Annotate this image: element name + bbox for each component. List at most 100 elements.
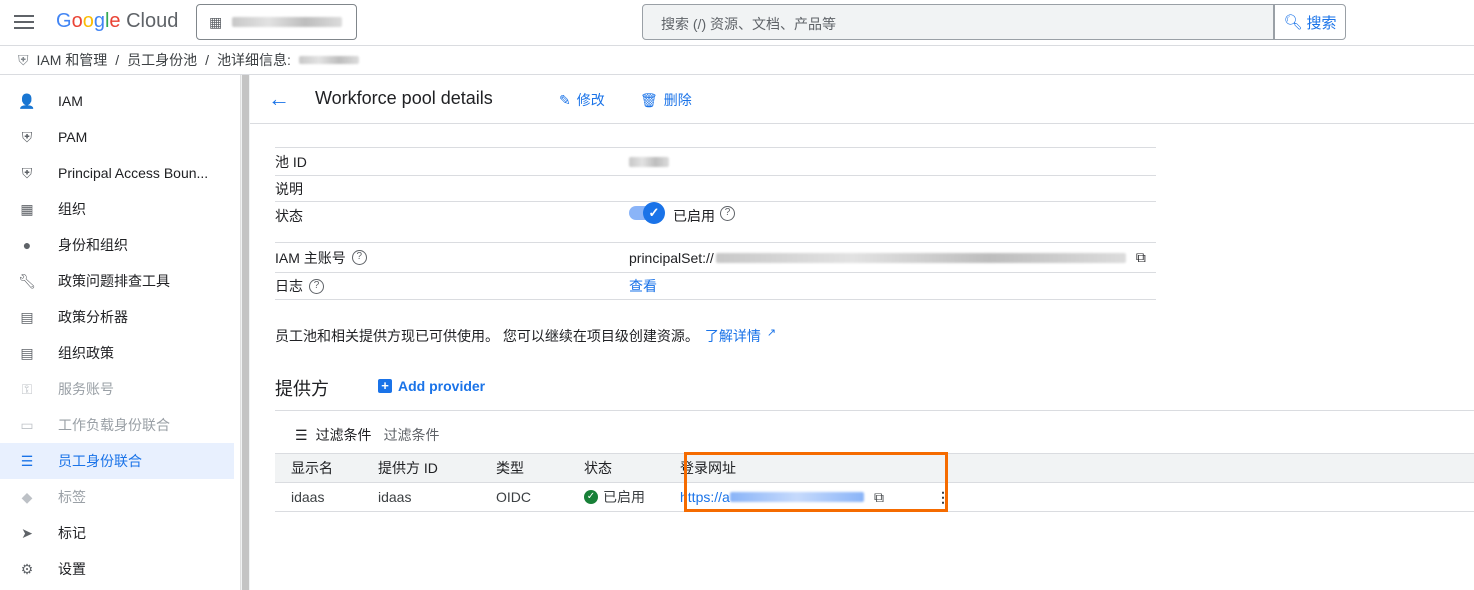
add-provider-label: Add provider — [398, 378, 486, 394]
shield-gear-icon: ⛨ — [21, 164, 33, 181]
sidebar-item-label: 标签 — [58, 489, 86, 505]
list-alt-icon: ▤ — [20, 344, 34, 361]
details-table: 池 ID 说明 状态 ✓ 已启用? IAM 主账号? principalSet:// ⧉… — [275, 147, 1156, 300]
sidebar-item-label: 设置 — [58, 561, 86, 577]
sidebar-item-4[interactable]: ● 身份和组织 — [0, 227, 240, 263]
help-icon[interactable]: ? — [351, 250, 367, 265]
shield-icon: ⛨ — [18, 51, 29, 68]
info-text: 员工池和相关提供方现已可供使用。 您可以继续在项目级创建资源。 — [275, 328, 699, 344]
page-title: Workforce pool details — [315, 88, 493, 108]
search-button[interactable]: 🔍︎ 搜索 — [1274, 4, 1346, 40]
sidebar-item-9[interactable]: ▭ 工作负载身份联合 — [0, 407, 240, 443]
sidebar-item-10[interactable]: ☰ 员工身份联合 — [0, 443, 234, 479]
principal-label: IAM 主账号 — [275, 249, 346, 266]
help-icon[interactable]: ? — [720, 206, 735, 221]
document-search-icon: ▤ — [20, 308, 34, 325]
sidebar-item-0[interactable]: 👤 IAM — [0, 83, 240, 119]
sidebar-item-label: PAM — [58, 129, 88, 145]
sidebar-item-label: 标记 — [58, 525, 86, 541]
tag-icon: ◆ — [21, 488, 33, 505]
breadcrumb: ⛨ IAM 和管理 / 员工身份池 / 池详细信息: — [18, 50, 359, 70]
sidebar-item-13[interactable]: ⚙ 设置 — [0, 551, 240, 587]
state-value: 已启用 — [673, 208, 715, 224]
principal-redacted — [715, 252, 1126, 263]
add-provider-button[interactable]: + Add provider — [378, 378, 485, 394]
sidebar-item-label: 组织 — [58, 201, 86, 217]
trash-icon: 🗑︎ — [640, 91, 658, 108]
project-picker[interactable]: ▦ — [196, 4, 357, 40]
pool-id-value — [629, 156, 669, 167]
filter-label: 过滤条件 — [315, 427, 372, 443]
project-name-redacted — [232, 17, 343, 27]
sidebar-scrollbar[interactable] — [240, 75, 250, 590]
state-toggle[interactable]: ✓ — [629, 202, 665, 224]
account-circle-icon: ● — [22, 237, 32, 253]
id-card-icon: ▭ — [20, 416, 34, 433]
login-url-highlight — [684, 452, 948, 512]
learn-more-link[interactable]: 了解详情 — [705, 326, 761, 346]
breadcrumb-iam[interactable]: IAM 和管理 — [37, 50, 108, 70]
sidebar-item-label: 员工身份联合 — [58, 453, 142, 469]
log-view-link[interactable]: 查看 — [629, 276, 657, 296]
label-icon: ➤ — [21, 524, 33, 541]
cell-status: 已启用 — [603, 489, 645, 505]
col-provider-id[interactable]: 提供方 ID — [378, 458, 496, 478]
info-message: 员工池和相关提供方现已可供使用。 您可以继续在项目级创建资源。 了解详情 ↗ — [275, 326, 776, 346]
breadcrumb-pools[interactable]: 员工身份池 — [127, 50, 197, 70]
cell-type: OIDC — [496, 489, 531, 505]
external-link-icon: ↗ — [766, 327, 777, 339]
sidebar-item-label: 政策问题排查工具 — [58, 273, 170, 289]
wrench-icon: 🔧︎ — [18, 272, 36, 289]
sidebar-item-5[interactable]: 🔧︎ 政策问题排查工具 — [0, 263, 240, 299]
menu-icon[interactable] — [14, 13, 34, 29]
delete-label: 删除 — [663, 92, 692, 108]
copy-icon[interactable]: ⧉ — [1136, 249, 1146, 266]
gear-icon: ⚙ — [20, 560, 34, 577]
search-icon: 🔍︎ — [1283, 14, 1303, 31]
description-label: 说明 — [275, 180, 303, 197]
key-icon: ⚿ — [21, 380, 33, 397]
filter-bar[interactable]: ☰ 过滤条件 过滤条件 — [295, 425, 440, 445]
edit-label: 修改 — [576, 92, 605, 108]
filter-input[interactable]: 过滤条件 — [384, 425, 440, 445]
sidebar-item-11[interactable]: ◆ 标签 — [0, 479, 240, 515]
sidebar-item-12[interactable]: ➤ 标记 — [0, 515, 240, 551]
back-arrow-icon[interactable]: ← — [268, 86, 290, 112]
sidebar-item-label: 政策分析器 — [58, 309, 128, 325]
delete-button[interactable]: 🗑︎ 删除 — [640, 90, 692, 110]
sidebar-item-3[interactable]: ▦ 组织 — [0, 191, 240, 227]
person-add-icon: 👤 — [18, 92, 36, 109]
search-input[interactable]: 搜索 (/) 资源、文档、产品等 — [642, 4, 1274, 40]
col-type[interactable]: 类型 — [496, 458, 584, 478]
log-label: 日志 — [275, 278, 303, 294]
sidebar-item-6[interactable]: ▤ 政策分析器 — [0, 299, 240, 335]
add-box-icon: + — [378, 379, 392, 393]
sidebar-item-2[interactable]: ⛨ Principal Access Boun... — [0, 155, 240, 191]
pencil-icon: ✎ — [559, 91, 571, 108]
help-icon[interactable]: ? — [309, 278, 324, 294]
col-display-name[interactable]: 显示名 — [275, 458, 378, 478]
edit-button[interactable]: ✎ 修改 — [559, 90, 605, 110]
filter-icon: ☰ — [295, 426, 308, 443]
sidebar-item-label: Principal Access Boun... — [58, 165, 209, 181]
sidebar-item-label: 组织政策 — [58, 345, 114, 361]
sidebar-item-8[interactable]: ⚿ 服务账号 — [0, 371, 240, 407]
col-status[interactable]: 状态 — [584, 458, 680, 478]
breadcrumb-current: 池详细信息: — [217, 52, 291, 68]
building-icon: ▦ — [209, 13, 223, 30]
cell-id: idaas — [378, 489, 412, 505]
list-icon: ☰ — [20, 452, 34, 469]
google-cloud-logo[interactable]: Google Cloud — [56, 10, 178, 33]
search-button-label: 搜索 — [1306, 14, 1337, 32]
pool-id-label: 池 ID — [275, 153, 307, 170]
building-icon: ▦ — [20, 200, 34, 217]
sidebar-item-label: 服务账号 — [58, 381, 114, 397]
sidebar-item-7[interactable]: ▤ 组织政策 — [0, 335, 240, 371]
sidebar-item-label: 身份和组织 — [58, 237, 128, 253]
principal-value: principalSet:// — [629, 249, 714, 266]
cell-name: idaas — [291, 489, 325, 505]
sidebar-item-1[interactable]: ⛨ PAM — [0, 119, 240, 155]
state-label: 状态 — [275, 208, 303, 224]
pool-name-redacted — [298, 56, 359, 64]
check-circle-icon: ✓ — [584, 490, 598, 504]
